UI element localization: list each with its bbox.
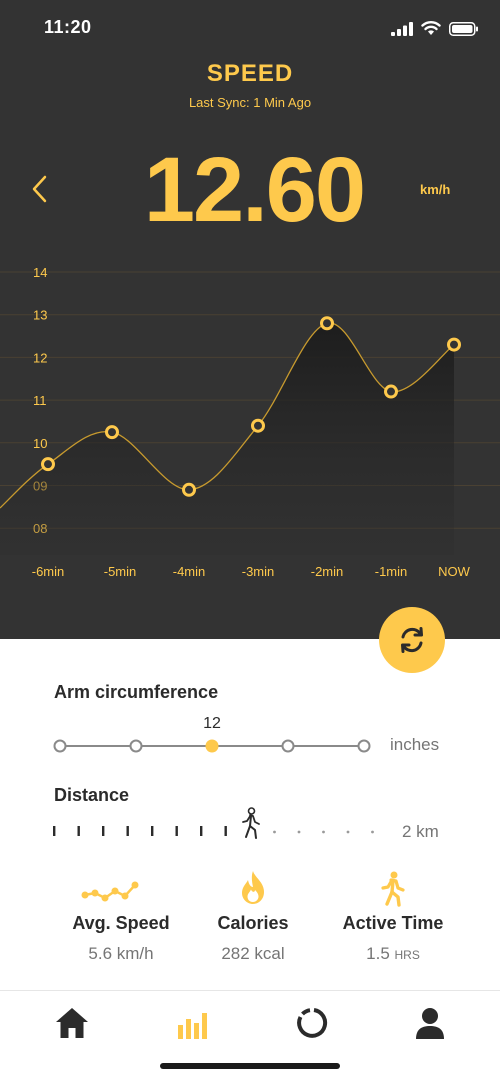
data-point [447,337,461,352]
back-chevron-icon[interactable] [26,173,54,205]
distance-tick-done [102,826,105,836]
current-speed-value: 12.60 [143,139,366,241]
distance-tick-remaining [322,830,325,834]
stat-name: Calories [217,913,289,933]
distance-tick-done [175,826,178,836]
y-tick-label: 12 [33,350,47,365]
slider-stop[interactable] [281,739,295,753]
speed-unit: km/h [420,182,451,197]
slider-stop[interactable] [53,739,67,753]
sync-icon [401,627,423,653]
data-point [182,482,196,497]
x-tick-label: -1min [375,564,408,579]
refresh-button[interactable] [379,607,445,673]
speed-header-panel: 11:20 SPEED Last Sync: 1 Min Ago 12.60 k… [0,0,500,639]
slider-stop[interactable] [129,739,143,753]
data-point [384,384,398,399]
x-tick-label: -5min [104,564,137,579]
slider-thumb[interactable] [205,739,219,753]
x-tick-label: -2min [311,564,344,579]
distance-tick-done [224,826,227,836]
distance-tick-done [126,826,129,836]
arm-unit: inches [390,735,440,754]
data-point [251,418,265,433]
data-point [320,316,334,331]
home-indicator [160,1063,340,1069]
walking-person-icon [381,871,405,907]
last-sync-text: Last Sync: 1 Min Ago [188,95,312,110]
data-point [105,425,119,440]
distance-label: Distance [54,785,130,805]
x-tick-label: -6min [32,564,65,579]
x-tick-label: NOW [438,564,471,579]
stat-name: Active Time [342,913,444,933]
home-icon [56,1008,88,1038]
nav-home[interactable] [54,1005,94,1045]
status-time: 11:20 [44,17,92,37]
arm-circumference-slider[interactable] [52,736,374,756]
flame-icon [242,871,264,904]
x-tick-label: -3min [242,564,275,579]
arm-circumference-label: Arm circumference [54,682,219,702]
stat-value: 1.5 HRS [366,944,420,963]
distance-tick-done [53,826,56,836]
arm-value: 12 [203,715,221,732]
data-point [41,457,55,472]
distance-value: 2 km [402,822,439,841]
slider-stop[interactable] [357,739,371,753]
distance-tick-remaining [297,830,301,834]
nav-stats[interactable] [176,1005,216,1045]
y-tick-label: 11 [33,393,47,408]
status-bar: 11:20 [0,0,500,56]
distance-tick-remaining [346,830,350,834]
nav-profile[interactable] [412,1005,452,1045]
wifi-icon [421,21,441,35]
y-tick-label: 13 [33,308,47,323]
stat-calories: Calories 282 kcal [173,871,333,964]
page-title: SPEED [206,60,294,87]
distance-tick-done [77,826,80,836]
y-tick-label: 10 [33,436,47,451]
walking-person-icon [242,807,260,839]
y-tick-label: 14 [33,265,47,280]
speed-line-chart: 14131211100908 -6min-5min-4min-3min-2min… [0,265,500,579]
distance-tick-remaining [371,830,374,834]
stats-bars-icon [178,1013,207,1039]
distance-tick-done [151,826,154,836]
distance-track [53,807,374,839]
stat-value: 282 kcal [221,944,285,963]
x-tick-label: -4min [173,564,206,579]
progress-ring-icon [297,1008,328,1038]
distance-tick-remaining [273,830,276,834]
profile-icon [416,1008,444,1039]
trend-line-icon [81,881,139,902]
distance-tick-done [200,826,203,836]
stat-active-time: Active Time 1.5 HRS [313,871,473,964]
nav-progress[interactable] [294,1005,334,1045]
battery-icon [449,22,478,36]
cellular-signal-icon [391,22,413,36]
